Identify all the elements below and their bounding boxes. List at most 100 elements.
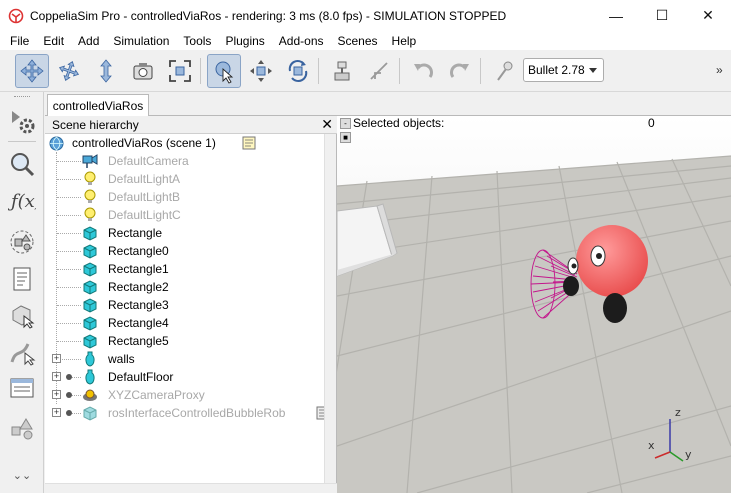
camera-rotate-button[interactable] [52, 54, 86, 88]
tree-branch [57, 341, 81, 342]
shape-edit-button[interactable] [7, 300, 37, 330]
layers-button[interactable] [7, 414, 37, 444]
hierarchy-item[interactable]: DefaultLightC [45, 206, 325, 224]
tab-controlledviaros[interactable]: controlledViaRos [47, 94, 149, 117]
simulation-settings-button[interactable] [7, 106, 37, 136]
assemble-button[interactable] [325, 54, 359, 88]
hierarchy-vertical-scrollbar[interactable] [324, 134, 336, 483]
model-browser-icon [11, 153, 35, 177]
scene-hierarchy-panel: Scene hierarchy ✕ controlledViaRos (scen… [45, 116, 337, 493]
hierarchy-item[interactable]: DefaultLightA [45, 170, 325, 188]
hierarchy-item[interactable]: + walls [45, 350, 325, 368]
dynamics-button[interactable] [487, 54, 521, 88]
path-edit-button[interactable] [7, 337, 37, 367]
toolbar-separator [318, 58, 319, 84]
maximize-button[interactable]: ☐ [639, 0, 685, 31]
camera-icon [82, 153, 98, 169]
menu-plugins[interactable]: Plugins [218, 34, 271, 48]
assemble-icon [334, 61, 350, 81]
hierarchy-item-label: Rectangle4 [108, 316, 169, 330]
object-shift-button[interactable] [244, 54, 278, 88]
selected-objects-count: 0 [648, 116, 655, 130]
expand-toggle[interactable]: + [52, 354, 61, 363]
object-rotate-button[interactable] [281, 54, 315, 88]
toolbar-overflow-button[interactable]: » [716, 63, 723, 77]
fit-to-view-button[interactable] [163, 54, 197, 88]
menu-addons[interactable]: Add-ons [272, 34, 331, 48]
hierarchy-item[interactable]: + DefaultFloor [45, 368, 325, 386]
hierarchy-item[interactable]: Rectangle2 [45, 278, 325, 296]
undo-icon [414, 63, 433, 78]
tree-branch [57, 305, 81, 306]
hierarchy-item[interactable]: DefaultCamera [45, 152, 325, 170]
hierarchy-item-label: DefaultLightC [108, 208, 181, 222]
expand-toggle[interactable]: + [52, 408, 61, 417]
hierarchy-item[interactable]: Rectangle1 [45, 260, 325, 278]
hierarchy-item[interactable]: Rectangle5 [45, 332, 325, 350]
hierarchy-item[interactable]: Rectangle3 [45, 296, 325, 314]
scene-hierarchy-header: Scene hierarchy ✕ [45, 116, 337, 134]
menu-edit[interactable]: Edit [36, 34, 71, 48]
close-hierarchy-button[interactable]: ✕ [321, 116, 333, 133]
hierarchy-item[interactable]: Rectangle4 [45, 314, 325, 332]
close-button[interactable]: ✕ [685, 0, 731, 31]
redo-button[interactable] [443, 54, 477, 88]
camera-pan-button[interactable] [15, 54, 49, 88]
hierarchy-item[interactable]: DefaultLightB [45, 188, 325, 206]
hierarchy-item-label: DefaultCamera [108, 154, 189, 168]
menu-add[interactable]: Add [71, 34, 106, 48]
hierarchy-root[interactable]: controlledViaRos (scene 1) [45, 134, 325, 152]
toolbar-expand-button[interactable]: ⌄⌄ [7, 464, 37, 486]
shape-edit-icon [12, 305, 35, 329]
expand-toggle[interactable]: + [52, 372, 61, 381]
selection-button[interactable] [7, 373, 37, 403]
hierarchy-item-label: Rectangle2 [108, 280, 169, 294]
hierarchy-item[interactable]: Rectangle [45, 224, 325, 242]
undo-button[interactable] [406, 54, 440, 88]
hierarchy-horizontal-scrollbar[interactable] [45, 483, 337, 493]
selection-icon [10, 378, 34, 398]
menu-scenes[interactable]: Scenes [331, 34, 385, 48]
transfer-dna-button[interactable] [362, 54, 396, 88]
toolbar-separator [480, 58, 481, 84]
viewport-stop-button[interactable]: ■ [340, 132, 351, 143]
collections-button[interactable] [7, 227, 37, 257]
tree-branch [57, 323, 81, 324]
scene-viewport[interactable]: z x y - ■ Selected objects: 0 [337, 116, 731, 493]
menu-simulation[interactable]: Simulation [106, 34, 176, 48]
window-title: CoppeliaSim Pro - controlledViaRos - ren… [30, 8, 507, 23]
proxy-icon [82, 387, 98, 403]
hierarchy-item[interactable]: Rectangle0 [45, 242, 325, 260]
menu-help[interactable]: Help [385, 34, 424, 48]
toolbar-separator [399, 58, 400, 84]
script-icon[interactable] [241, 135, 257, 151]
hierarchy-item-label: Rectangle1 [108, 262, 169, 276]
click-selection-button[interactable] [207, 54, 241, 88]
menu-tools[interactable]: Tools [176, 34, 218, 48]
hierarchy-item-label: Rectangle [108, 226, 163, 240]
camera-pan-icon [20, 59, 44, 83]
scripts-button[interactable] [7, 264, 37, 294]
model-browser-button[interactable] [7, 149, 37, 179]
scene-tab-strip: controlledViaRos [45, 92, 731, 117]
hierarchy-item-label: DefaultFloor [108, 370, 174, 384]
menu-file[interactable]: File [3, 34, 36, 48]
simulation-settings-icon [12, 111, 35, 134]
calculation-modules-button[interactable]: ƒ(x) [7, 185, 37, 215]
coppeliasim-logo-icon [8, 8, 24, 24]
camera-shift-icon [100, 59, 112, 83]
hierarchy-item-label: XYZCameraProxy [108, 388, 205, 402]
tree-branch [57, 179, 81, 180]
hierarchy-item[interactable]: + XYZCameraProxy [45, 386, 325, 404]
hierarchy-item-label: DefaultLightB [108, 190, 181, 204]
physics-engine-select[interactable]: Bullet 2.78 [523, 58, 604, 82]
hierarchy-item-label: Rectangle3 [108, 298, 169, 312]
redo-icon [450, 63, 469, 78]
hierarchy-item-label: walls [108, 352, 135, 366]
expand-toggle[interactable]: + [52, 390, 61, 399]
camera-shift-button[interactable] [89, 54, 123, 88]
minimize-button[interactable]: — [593, 0, 639, 31]
camera-angle-button[interactable] [126, 54, 160, 88]
viewport-collapse-button[interactable]: - [340, 118, 351, 129]
hierarchy-item[interactable]: + rosInterfaceControlledBubbleRob [45, 404, 330, 422]
